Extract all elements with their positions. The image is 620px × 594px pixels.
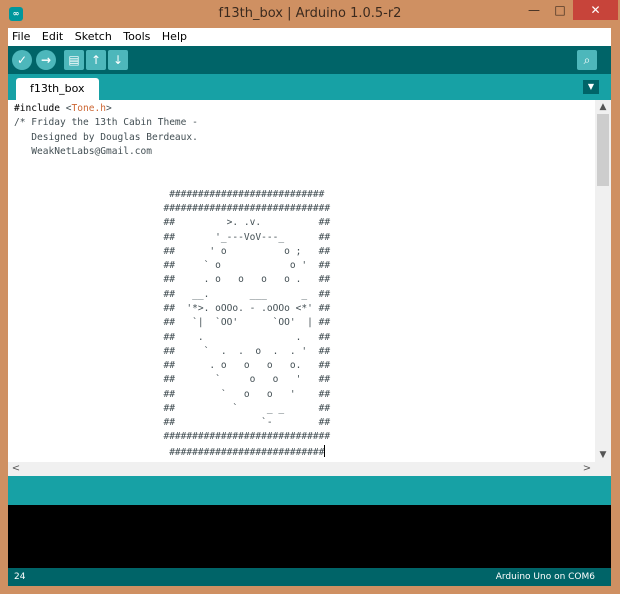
menu-file[interactable]: File: [8, 28, 34, 44]
title-bar: ∞ f13th_box | Arduino 1.0.5-r2 — □ ✕: [0, 0, 620, 30]
board-info: Arduino Uno on COM6: [495, 572, 595, 582]
upload-button[interactable]: →: [36, 50, 56, 70]
menu-bar: File Edit Sketch Tools Help: [8, 28, 611, 46]
vertical-scrollbar[interactable]: ▲ ▼: [595, 100, 611, 462]
minimize-button[interactable]: —: [521, 0, 547, 20]
horizontal-scrollbar[interactable]: < >: [8, 462, 595, 476]
code-body: /* Friday the 13th Cabin Theme - Designe…: [14, 117, 331, 458]
menu-help[interactable]: Help: [158, 28, 191, 44]
scroll-down-icon[interactable]: ▼: [595, 448, 611, 462]
scrollbar-corner: [595, 462, 611, 476]
arduino-window: ∞ f13th_box | Arduino 1.0.5-r2 — □ ✕ Fil…: [0, 0, 620, 594]
menu-edit[interactable]: Edit: [38, 28, 67, 44]
menu-sketch[interactable]: Sketch: [71, 28, 116, 44]
include-open: <: [59, 103, 72, 114]
line-number: 24: [14, 572, 26, 582]
tab-menu-chevron-down-icon[interactable]: ▼: [583, 80, 599, 94]
tab-bar: f13th_box ▼: [8, 74, 611, 100]
include-close: >: [105, 103, 112, 114]
close-button[interactable]: ✕: [573, 0, 618, 20]
menu-tools[interactable]: Tools: [119, 28, 154, 44]
verify-button[interactable]: ✓: [12, 50, 32, 70]
toolbar: ✓ → ▤ ↑ ↓ ⌕: [8, 46, 611, 74]
serial-monitor-button[interactable]: ⌕: [577, 50, 597, 70]
include-keyword: #include: [14, 103, 60, 114]
footer-bar: 24 Arduino Uno on COM6: [8, 568, 611, 586]
maximize-button[interactable]: □: [547, 0, 573, 20]
scroll-left-icon[interactable]: <: [8, 462, 24, 476]
scroll-right-icon[interactable]: >: [579, 462, 595, 476]
code-editor[interactable]: #include <Tone.h> /* Friday the 13th Cab…: [8, 100, 595, 462]
vertical-scroll-thumb[interactable]: [597, 114, 609, 186]
text-caret: [324, 444, 326, 457]
status-bar: [8, 476, 611, 505]
tab-f13th-box[interactable]: f13th_box: [16, 78, 99, 100]
include-library: Tone.h: [71, 103, 106, 114]
open-sketch-button[interactable]: ↑: [86, 50, 106, 70]
scroll-up-icon[interactable]: ▲: [595, 100, 611, 114]
console-output[interactable]: [8, 505, 611, 568]
code-text: #include <Tone.h> /* Friday the 13th Cab…: [8, 100, 595, 462]
save-sketch-button[interactable]: ↓: [108, 50, 128, 70]
new-sketch-button[interactable]: ▤: [64, 50, 84, 70]
